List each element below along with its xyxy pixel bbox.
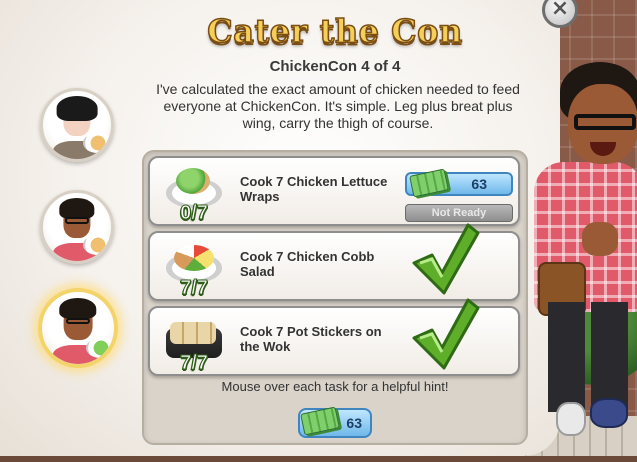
character-fist [582, 222, 618, 256]
cobb-salad [174, 245, 214, 271]
total-reward-value: 63 [346, 415, 362, 431]
avatar-glasses [65, 317, 91, 325]
pot-stickers [170, 322, 216, 344]
task-row-2[interactable]: 7/7 Cook 7 Chicken Cobb Salad [148, 223, 520, 301]
character-portrait [520, 62, 637, 462]
food-plate-icon [83, 133, 111, 153]
task-progress: 0/7 [180, 202, 209, 225]
reward-value: 63 [471, 176, 487, 192]
task-label: Cook 7 Pot Stickers on the Wok [240, 324, 382, 354]
avatar-hair [56, 96, 98, 121]
character-pants [548, 302, 628, 412]
cash-icon [409, 168, 449, 198]
cash-icon [300, 406, 340, 436]
food-plate-icon [86, 338, 114, 358]
avatar-hair [59, 297, 97, 320]
status-button[interactable]: Not Ready [405, 204, 513, 222]
task-row-3[interactable]: 7/7 Cook 7 Pot Stickers on the Wok [148, 298, 520, 376]
reward-badge: 63 [405, 168, 513, 198]
close-icon: × [550, 0, 570, 21]
checkmark-icon [412, 223, 480, 295]
avatar-hair [59, 198, 95, 219]
avatar-glasses [65, 217, 89, 224]
task-label: Cook 7 Chicken Lettuce Wraps [240, 174, 388, 204]
task-label: Cook 7 Chicken Cobb Salad [240, 249, 375, 279]
total-reward-badge: 63 [298, 406, 372, 438]
quest-title: Cater the Con [207, 11, 463, 51]
task-row-1[interactable]: 0/7 Cook 7 Chicken Lettuce Wraps 63 Not … [148, 156, 520, 226]
food-plate-icon [83, 235, 111, 255]
hint-text: Mouse over each task for a helpful hint! [221, 379, 449, 394]
quest-giver-3[interactable] [38, 288, 118, 368]
checkmark-icon [412, 298, 480, 370]
quest-giver-1[interactable] [40, 88, 114, 162]
character-shoe [590, 398, 628, 428]
quest-subtitle: ChickenCon 4 of 4 [269, 58, 401, 75]
quest-description: I've calculated the exact amount of chic… [156, 81, 520, 131]
task-progress: 7/7 [180, 277, 209, 300]
character-glasses [574, 114, 636, 130]
lettuce-wrap [176, 168, 210, 194]
character-shoe [556, 402, 586, 436]
task-progress: 7/7 [180, 352, 209, 375]
quest-giver-2[interactable] [40, 190, 114, 264]
